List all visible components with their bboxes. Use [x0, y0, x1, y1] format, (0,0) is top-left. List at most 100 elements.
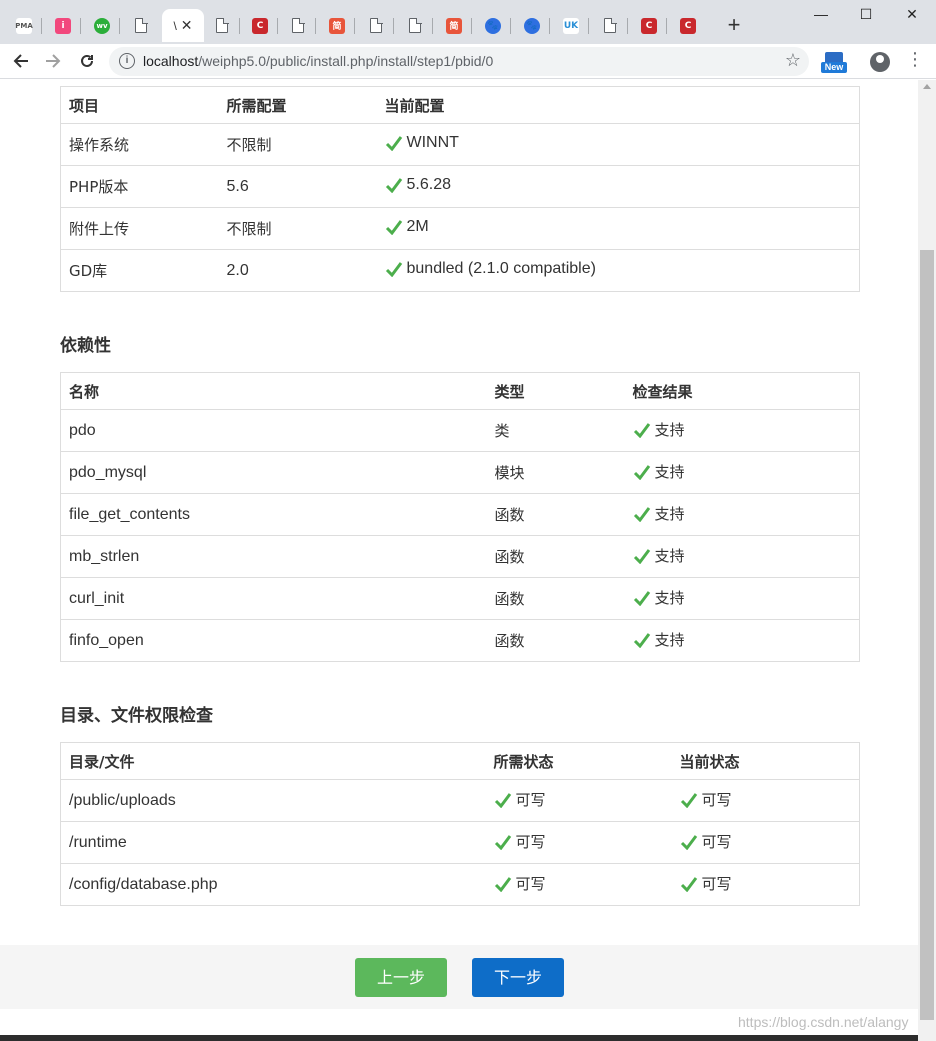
deps-section-title: 依赖性 — [60, 336, 111, 356]
env-required: 不限制 — [218, 123, 377, 166]
scrollbar[interactable] — [918, 80, 936, 1041]
env-current-value: 2M — [406, 217, 429, 235]
table-row: 操作系统 不限制 WINNT — [60, 123, 860, 166]
check-icon — [680, 792, 697, 808]
env-item: 附件上传 — [60, 207, 219, 250]
table-row: file_get_contents 函数 支持 — [60, 493, 860, 536]
scrollbar-thumb[interactable] — [920, 250, 934, 1020]
address-bar[interactable]: i localhost/weiphp5.0/public/install.php… — [109, 47, 809, 76]
uk-icon: UK — [563, 17, 579, 34]
column-header: 当前配置 — [376, 86, 860, 124]
tab-wv[interactable]: wv — [84, 9, 120, 42]
tab-i[interactable]: i — [45, 9, 81, 42]
perm-current: 可写 — [671, 863, 860, 906]
taskbar-strip — [0, 1035, 918, 1041]
perm-current-value: 可写 — [701, 875, 732, 894]
table-row: finfo_open 函数 支持 — [60, 619, 860, 662]
extension-new-icon[interactable]: New — [821, 52, 847, 74]
footer-bar: 上一步 下一步 — [0, 945, 918, 1009]
perm-required-value: 可写 — [515, 791, 546, 810]
dep-result-value: 支持 — [654, 631, 685, 650]
watermark-text: https://blog.csdn.net/alangy — [738, 1014, 909, 1030]
check-icon — [494, 834, 511, 850]
perms-table: 目录/文件 所需状态 当前状态 /public/uploads 可写 可写 /r… — [60, 742, 860, 906]
info-icon[interactable]: i — [119, 53, 135, 69]
tab-page-3[interactable] — [280, 9, 316, 42]
new-tab-button[interactable]: + — [722, 13, 746, 37]
dep-result-value: 支持 — [654, 547, 685, 566]
tab-baidu-2[interactable]: 🐾 — [514, 9, 550, 42]
reload-button[interactable] — [74, 48, 100, 74]
perm-current: 可写 — [671, 821, 860, 864]
perm-required-value: 可写 — [515, 833, 546, 852]
profile-icon[interactable] — [870, 52, 890, 72]
next-step-button[interactable]: 下一步 — [472, 958, 564, 997]
dep-name: curl_init — [60, 577, 487, 620]
url-text[interactable]: localhost/weiphp5.0/public/install.php/i… — [143, 53, 493, 69]
forward-button[interactable] — [40, 48, 66, 74]
tab-active[interactable]: \ ✕ — [162, 9, 204, 42]
page-icon — [409, 17, 422, 33]
dep-name: mb_strlen — [60, 535, 487, 578]
tab-page-6[interactable] — [592, 9, 628, 42]
back-button[interactable] — [8, 48, 34, 74]
browser-toolbar: i localhost/weiphp5.0/public/install.php… — [0, 44, 936, 79]
dep-type: 模块 — [486, 451, 625, 494]
env-table: 项目 所需配置 当前配置 操作系统 不限制 WINNT PHP版本 5.6 5.… — [60, 86, 860, 292]
env-required: 5.6 — [218, 165, 377, 208]
dep-name: file_get_contents — [60, 493, 487, 536]
page-viewport: 项目 所需配置 当前配置 操作系统 不限制 WINNT PHP版本 5.6 5.… — [0, 80, 918, 1041]
csdn-c-icon: C — [252, 17, 268, 34]
tab-page-5[interactable] — [397, 9, 433, 42]
tab-page-2[interactable] — [204, 9, 240, 42]
star-icon[interactable]: ☆ — [785, 50, 801, 71]
page-icon — [604, 17, 617, 33]
baidu-paw-icon: 🐾 — [485, 17, 501, 34]
perm-current-value: 可写 — [701, 833, 732, 852]
column-header: 当前状态 — [671, 742, 860, 780]
tab-baidu-1[interactable]: 🐾 — [475, 9, 511, 42]
maximize-button[interactable]: ☐ — [851, 6, 881, 26]
tab-csdn-2[interactable]: C — [631, 9, 667, 42]
scroll-up-icon[interactable] — [923, 84, 931, 89]
url-host: localhost — [143, 53, 199, 69]
env-item: 操作系统 — [60, 123, 219, 166]
close-icon[interactable]: ✕ — [181, 17, 193, 34]
dep-result: 支持 — [624, 535, 860, 578]
check-icon — [494, 792, 511, 808]
baidu-paw-icon: 🐾 — [524, 17, 540, 34]
tab-jian-2[interactable]: 简 — [436, 9, 472, 42]
check-icon — [633, 590, 650, 606]
pma-icon: PMA — [15, 17, 33, 34]
dep-result-value: 支持 — [654, 589, 685, 608]
tab-page-1[interactable] — [123, 9, 159, 42]
tab-csdn-3[interactable]: C — [670, 9, 706, 42]
close-window-button[interactable]: ✕ — [897, 6, 927, 26]
env-item: GD库 — [60, 249, 219, 292]
tab-csdn-1[interactable]: C — [242, 9, 278, 42]
green-wv-icon: wv — [94, 17, 110, 34]
reload-icon — [81, 54, 93, 67]
perm-required: 可写 — [485, 779, 672, 822]
tab-page-4[interactable] — [358, 9, 394, 42]
minimize-button[interactable]: — — [806, 6, 836, 26]
dep-type: 类 — [486, 409, 625, 452]
env-required: 2.0 — [218, 249, 377, 292]
dep-result-value: 支持 — [654, 421, 685, 440]
table-row: pdo 类 支持 — [60, 409, 860, 452]
dep-type: 函数 — [486, 619, 625, 662]
check-icon — [680, 834, 697, 850]
tab-uk[interactable]: UK — [553, 9, 589, 42]
perm-required: 可写 — [485, 821, 672, 864]
dep-result: 支持 — [624, 451, 860, 494]
dep-result-value: 支持 — [654, 505, 685, 524]
arrow-right-icon — [46, 54, 61, 68]
tab-pma[interactable]: PMA — [6, 9, 42, 42]
table-row: curl_init 函数 支持 — [60, 577, 860, 620]
arrow-left-icon — [13, 54, 28, 68]
tab-jian-1[interactable]: 简 — [319, 9, 355, 42]
menu-icon[interactable]: ⋮ — [906, 49, 924, 70]
check-icon — [633, 548, 650, 564]
prev-step-button[interactable]: 上一步 — [355, 958, 447, 997]
perms-section-title: 目录、文件权限检查 — [60, 706, 213, 726]
